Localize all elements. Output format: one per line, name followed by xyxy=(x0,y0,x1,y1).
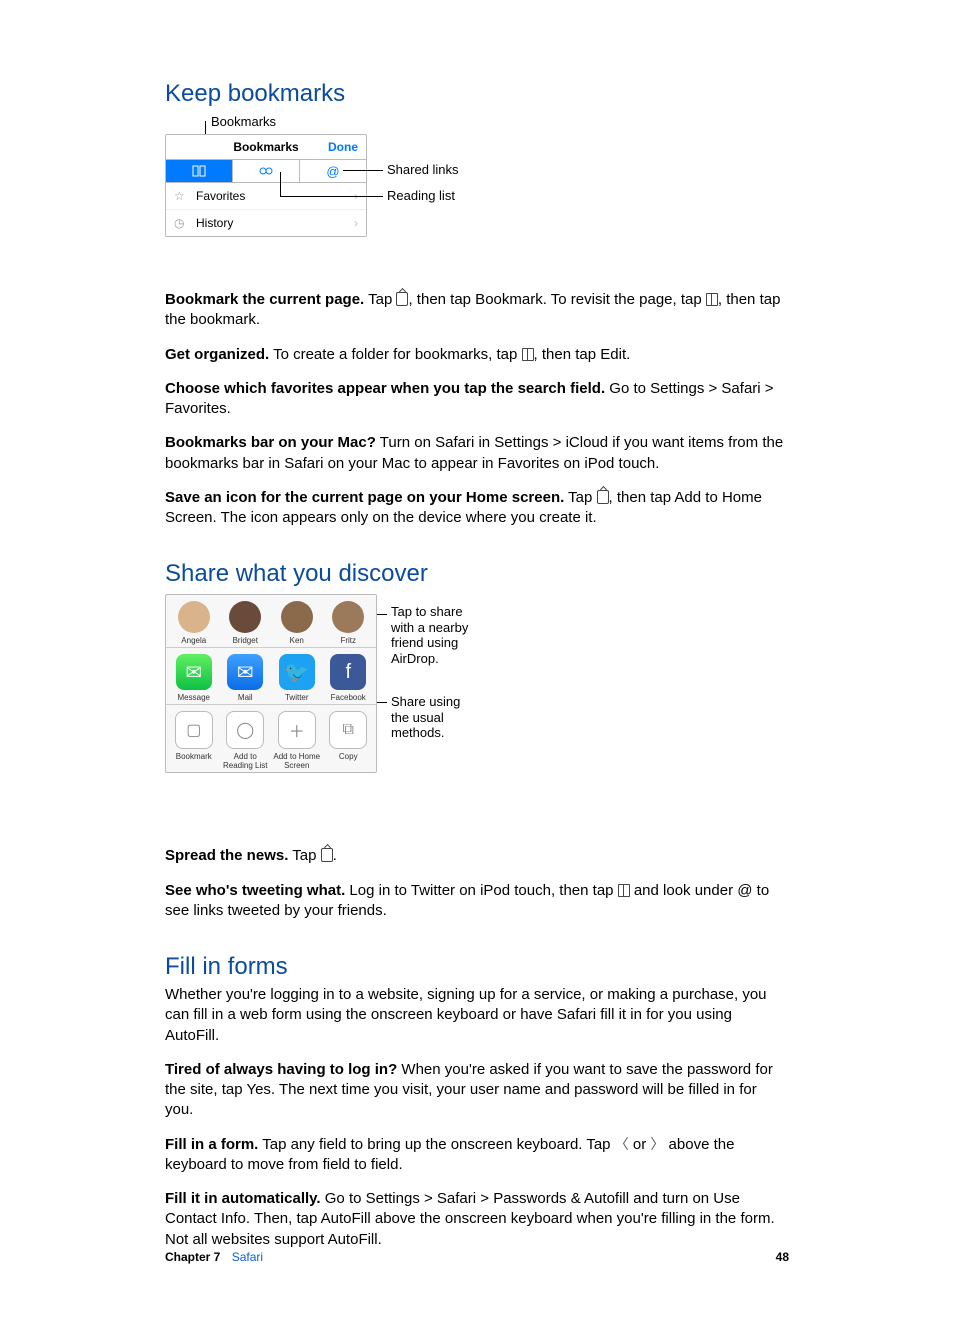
para-get-organized: Get organized. To create a folder for bo… xyxy=(165,345,789,365)
footer-chapter-name: Safari xyxy=(232,1250,263,1264)
callout-shared-links: Shared links xyxy=(387,162,459,177)
at-icon: @ xyxy=(737,882,752,899)
book-icon xyxy=(618,884,630,897)
chevron-right-icon: 〉 xyxy=(650,1136,664,1152)
share-figure: Angela Bridget Ken Fritz ✉Message ✉Mail … xyxy=(165,594,625,824)
apps-row: ✉Message ✉Mail 🐦Twitter fFacebook xyxy=(166,648,376,705)
bookmarks-titlebar: Bookmarks Done xyxy=(166,135,366,160)
row-favorites-label: Favorites xyxy=(196,189,245,203)
share-icon xyxy=(396,292,408,306)
action-copy[interactable]: ⧉Copy xyxy=(323,711,375,770)
share-icon xyxy=(597,490,609,504)
para-forms-intro: Whether you're logging in to a website, … xyxy=(165,985,789,1046)
para-tired-login: Tired of always having to log in? When y… xyxy=(165,1060,789,1121)
share-app-message[interactable]: ✉Message xyxy=(168,654,220,702)
callout-share-methods: Share using the usual methods. xyxy=(391,694,481,741)
callout-reading-list: Reading list xyxy=(387,188,455,203)
row-history-label: History xyxy=(196,216,233,230)
action-bookmark[interactable]: ▢Bookmark xyxy=(168,711,220,770)
actions-row: ▢Bookmark ◯Add to Reading List ＋Add to H… xyxy=(166,705,376,772)
share-app-twitter[interactable]: 🐦Twitter xyxy=(271,654,323,702)
tab-bookmarks-icon[interactable] xyxy=(166,160,233,182)
heading-share: Share what you discover xyxy=(165,560,789,588)
para-tweeting: See who's tweeting what. Log in to Twitt… xyxy=(165,881,789,922)
share-panel: Angela Bridget Ken Fritz ✉Message ✉Mail … xyxy=(165,594,377,773)
para-choose-favorites: Choose which favorites appear when you t… xyxy=(165,379,789,420)
para-fill-auto: Fill it in automatically. Go to Settings… xyxy=(165,1189,789,1250)
footer-page-number: 48 xyxy=(776,1250,789,1264)
chevron-left-icon: 〈 xyxy=(615,1136,629,1152)
callout-bookmarks: Bookmarks xyxy=(211,114,276,129)
para-bookmarks-bar: Bookmarks bar on your Mac? Turn on Safar… xyxy=(165,433,789,474)
book-icon xyxy=(522,348,534,361)
chevron-right-icon: › xyxy=(354,216,358,230)
heading-keep-bookmarks: Keep bookmarks xyxy=(165,80,789,108)
bookmarks-figure: Bookmarks Bookmarks Done @ ☆ Favorites › xyxy=(165,114,585,264)
share-icon xyxy=(321,848,333,862)
tab-reading-list-icon[interactable] xyxy=(233,160,300,182)
book-icon xyxy=(706,293,718,306)
airdrop-person[interactable]: Angela xyxy=(168,601,220,645)
share-app-facebook[interactable]: fFacebook xyxy=(323,654,375,702)
para-save-icon: Save an icon for the current page on you… xyxy=(165,488,789,529)
star-icon: ☆ xyxy=(174,189,188,203)
heading-fill-forms: Fill in forms xyxy=(165,953,789,981)
done-button[interactable]: Done xyxy=(328,140,358,154)
bookmarks-panel: Bookmarks Done @ ☆ Favorites › ◷ History xyxy=(165,134,367,237)
row-history[interactable]: ◷ History › xyxy=(166,210,366,236)
action-home-screen[interactable]: ＋Add to Home Screen xyxy=(271,711,323,770)
para-bookmark-current: Bookmark the current page. Tap , then ta… xyxy=(165,290,789,331)
callout-airdrop: Tap to share with a nearby friend using … xyxy=(391,604,481,666)
share-app-mail[interactable]: ✉Mail xyxy=(220,654,272,702)
page-footer: Chapter 7 Safari 48 xyxy=(165,1250,789,1264)
airdrop-person[interactable]: Bridget xyxy=(220,601,272,645)
para-spread-news: Spread the news. Tap . xyxy=(165,846,789,866)
para-fill-form: Fill in a form. Tap any field to bring u… xyxy=(165,1135,789,1176)
page: Keep bookmarks Bookmarks Bookmarks Done … xyxy=(0,0,954,1324)
bookmarks-segmented-control[interactable]: @ xyxy=(166,160,366,183)
action-reading-list[interactable]: ◯Add to Reading List xyxy=(220,711,272,770)
airdrop-person[interactable]: Ken xyxy=(271,601,323,645)
tab-shared-links-icon[interactable]: @ xyxy=(300,160,366,182)
footer-chapter-label: Chapter 7 xyxy=(165,1250,220,1264)
clock-icon: ◷ xyxy=(174,216,188,230)
airdrop-row: Angela Bridget Ken Fritz xyxy=(166,595,376,648)
bookmarks-title: Bookmarks xyxy=(233,140,298,154)
airdrop-person[interactable]: Fritz xyxy=(323,601,375,645)
